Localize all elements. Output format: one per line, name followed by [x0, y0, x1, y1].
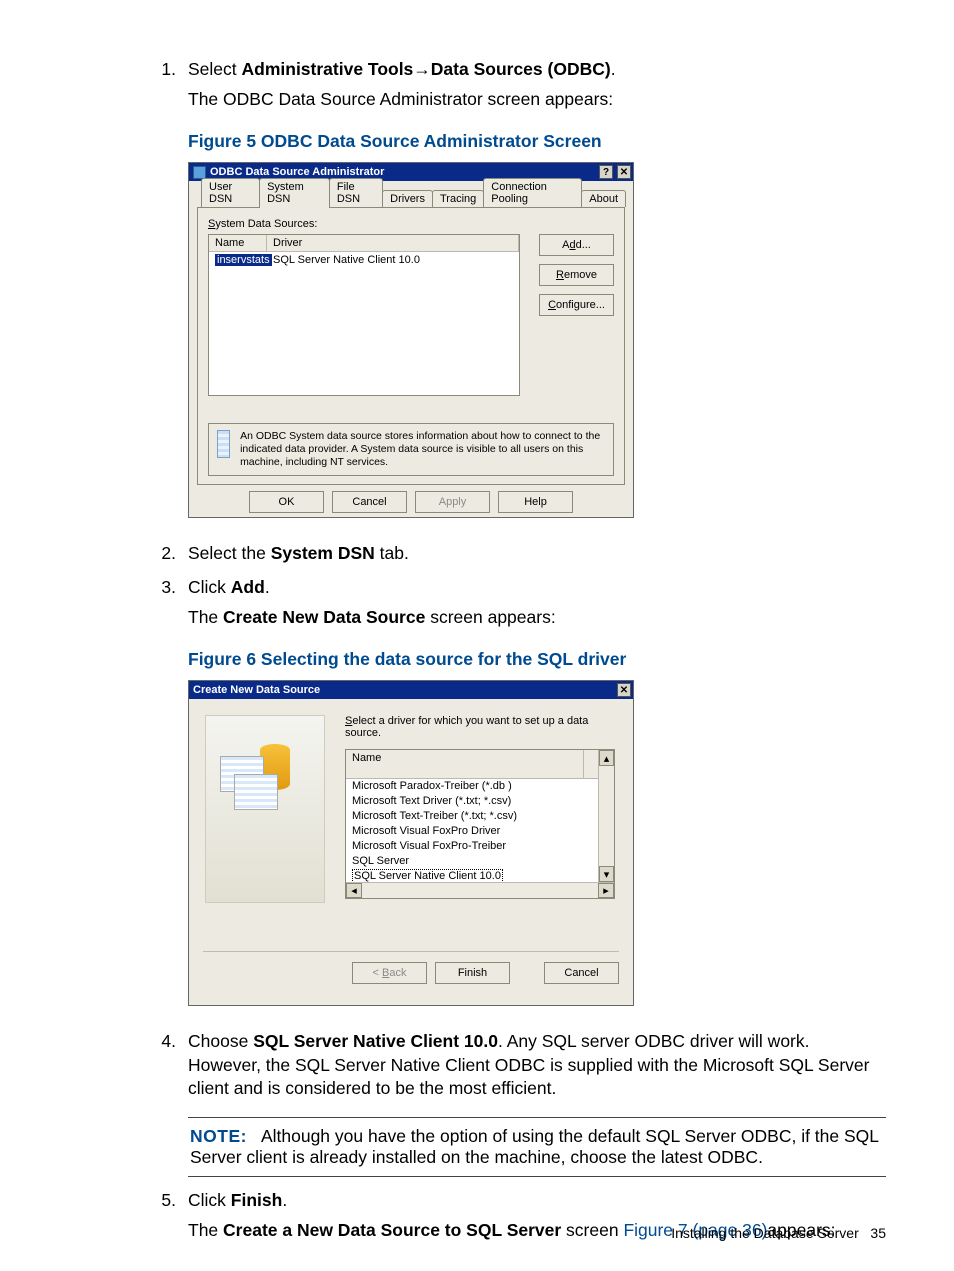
- help-icon[interactable]: ?: [599, 165, 613, 179]
- driver-row[interactable]: SQL Server6.: [346, 854, 614, 869]
- scroll-left-icon[interactable]: ◂: [346, 883, 362, 898]
- step-number: 5.: [68, 1189, 188, 1248]
- step3-line2: The Create New Data Source screen appear…: [188, 606, 886, 630]
- help-button[interactable]: Help: [498, 491, 573, 513]
- page-footer: Installing the Database Server 35: [671, 1225, 886, 1241]
- driver-name: SQL Server: [352, 855, 409, 867]
- driver-name: Microsoft Visual FoxPro-Treiber: [352, 840, 506, 852]
- dsn-row[interactable]: inservstats SQL Server Native Client 10.…: [209, 252, 519, 268]
- note-text: Although you have the option of using th…: [190, 1126, 878, 1167]
- step4-text: Choose SQL Server Native Client 10.0. An…: [188, 1030, 886, 1101]
- step-number: 4.: [68, 1030, 188, 1107]
- driver-name: SQL Server Native Client 10.0: [352, 869, 503, 883]
- driver-name: Microsoft Visual FoxPro Driver: [352, 825, 500, 837]
- note-label: NOTE:: [190, 1126, 247, 1146]
- tab-drivers[interactable]: Drivers: [382, 190, 433, 207]
- step-number: 1.: [68, 58, 188, 117]
- finish-button[interactable]: Finish: [435, 962, 510, 984]
- step1-line1: Select Administrative Tools→Data Sources…: [188, 58, 886, 82]
- tab-tracing[interactable]: Tracing: [432, 190, 484, 207]
- col-header-name[interactable]: Name: [209, 235, 267, 252]
- driver-name: Microsoft Text-Treiber (*.txt; *.csv): [352, 810, 517, 822]
- col-header-name[interactable]: Name: [346, 750, 584, 779]
- driver-row[interactable]: Microsoft Paradox-Treiber (*.db )6.: [346, 779, 614, 794]
- system-data-sources-label: SSystem Data Sources:ystem Data Sources:: [208, 218, 614, 230]
- cancel-button[interactable]: Cancel: [544, 962, 619, 984]
- driver-row[interactable]: Microsoft Visual FoxPro-Treiber1.: [346, 839, 614, 854]
- dsn-driver: SQL Server Native Client 10.0: [267, 252, 519, 268]
- vertical-scrollbar[interactable]: ▴ ▾: [598, 750, 614, 882]
- window-title: ODBC Data Source Administrator: [210, 166, 384, 178]
- col-header-driver[interactable]: Driver: [267, 235, 519, 252]
- info-icon: [217, 430, 230, 458]
- figure6-caption: Figure 6 Selecting the data source for t…: [188, 649, 886, 670]
- back-button[interactable]: < Back: [352, 962, 427, 984]
- footer-section: Installing the Database Server: [671, 1225, 859, 1241]
- info-text: An ODBC System data source stores inform…: [240, 430, 605, 469]
- scroll-up-icon[interactable]: ▴: [599, 750, 614, 766]
- add-button[interactable]: Add...: [539, 234, 614, 256]
- remove-button[interactable]: Remove: [539, 264, 614, 286]
- step1-line2: The ODBC Data Source Administrator scree…: [188, 88, 886, 112]
- tab-user-dsn[interactable]: User DSN: [201, 178, 260, 207]
- cancel-button[interactable]: Cancel: [332, 491, 407, 513]
- dsn-name: inservstats: [215, 254, 272, 266]
- note-block: NOTE:Although you have the option of usi…: [188, 1117, 886, 1177]
- tab-file-dsn[interactable]: File DSN: [329, 178, 383, 207]
- step-number: 2.: [68, 542, 188, 572]
- driver-listbox[interactable]: Name V ▲ Microsoft Paradox-Treiber (*.db…: [345, 749, 615, 899]
- odbc-admin-dialog: ODBC Data Source Administrator ? ✕ User …: [188, 162, 634, 518]
- configure-button[interactable]: Configure...: [539, 294, 614, 316]
- ok-button[interactable]: OK: [249, 491, 324, 513]
- sheet-icon: [234, 774, 278, 810]
- tab-panel: SSystem Data Sources:ystem Data Sources:…: [197, 207, 625, 485]
- step3-text: Click Add.: [188, 576, 886, 600]
- scroll-down-icon[interactable]: ▾: [599, 866, 614, 882]
- tab-connection-pooling[interactable]: Connection Pooling: [483, 178, 582, 207]
- system-dsn-listbox[interactable]: Name Driver inservstats SQL Server Nativ…: [208, 234, 520, 396]
- tab-system-dsn[interactable]: System DSN: [259, 178, 330, 208]
- horizontal-scrollbar[interactable]: ◂ ▸: [346, 882, 614, 898]
- scroll-right-icon[interactable]: ▸: [598, 883, 614, 898]
- tab-about[interactable]: About: [581, 190, 626, 207]
- figure5-caption: Figure 5 ODBC Data Source Administrator …: [188, 131, 886, 152]
- footer-page-number: 35: [870, 1225, 886, 1241]
- wizard-prompt: Select a driver for which you want to se…: [345, 715, 617, 739]
- close-icon[interactable]: ✕: [617, 683, 631, 697]
- driver-row[interactable]: Microsoft Text-Treiber (*.txt; *.csv)6.: [346, 809, 614, 824]
- driver-row[interactable]: Microsoft Text Driver (*.txt; *.csv)6.: [346, 794, 614, 809]
- step2-text: Select the System DSN tab.: [188, 542, 886, 566]
- driver-name: Microsoft Text Driver (*.txt; *.csv): [352, 795, 511, 807]
- step-number: 3.: [68, 576, 188, 635]
- info-panel: An ODBC System data source stores inform…: [208, 423, 614, 476]
- driver-name: Microsoft Paradox-Treiber (*.db ): [352, 780, 512, 792]
- driver-row[interactable]: Microsoft Visual FoxPro Driver1.: [346, 824, 614, 839]
- wizard-artwork: [205, 715, 325, 903]
- window-title: Create New Data Source: [193, 684, 320, 696]
- tab-strip: User DSN System DSN File DSN Drivers Tra…: [197, 187, 625, 207]
- step5-text: Click Finish.: [188, 1189, 886, 1213]
- app-icon: [193, 166, 206, 179]
- create-new-data-source-dialog: Create New Data Source ✕ Select a driver…: [188, 680, 634, 1006]
- close-icon[interactable]: ✕: [617, 165, 631, 179]
- titlebar: Create New Data Source ✕: [189, 681, 633, 699]
- apply-button[interactable]: Apply: [415, 491, 490, 513]
